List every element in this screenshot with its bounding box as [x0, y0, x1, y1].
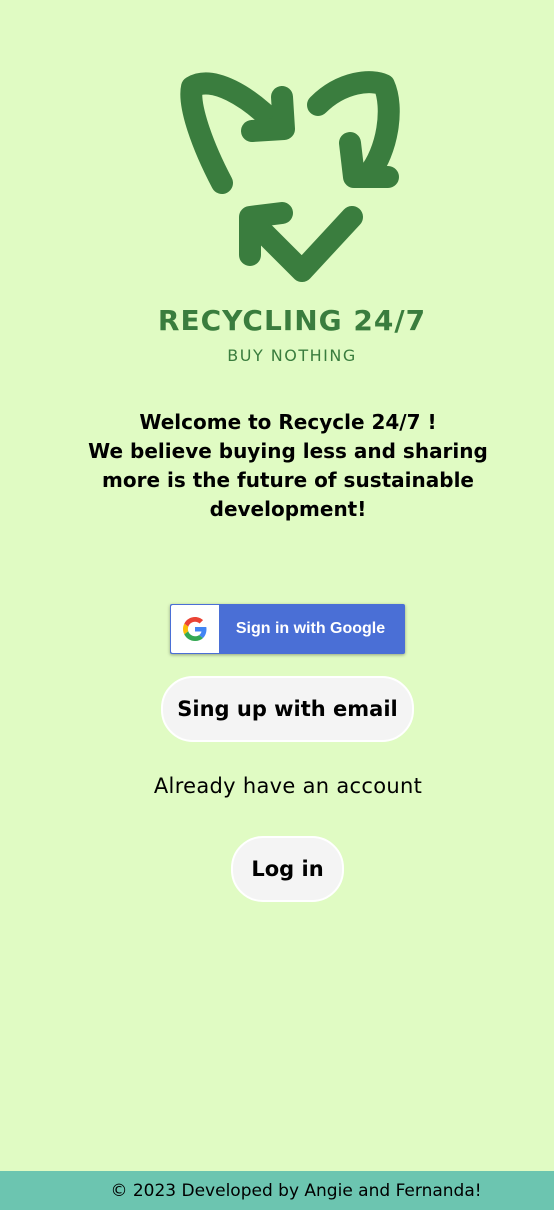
- welcome-message: Welcome to Recycle 24/7 ! We believe buy…: [60, 408, 516, 524]
- recycle-arrows-icon: [180, 71, 400, 282]
- welcome-line: Welcome to Recycle 24/7 !: [139, 410, 437, 434]
- google-g-icon: [171, 605, 219, 653]
- login-button[interactable]: Log in: [231, 836, 344, 902]
- google-sign-in-button[interactable]: Sign in with Google: [170, 604, 405, 654]
- welcome-line: We believe buying less and sharing: [88, 439, 488, 463]
- signup-email-button[interactable]: Sing up with email: [161, 676, 414, 742]
- brand-subtitle: BUY NOTHING: [227, 346, 357, 365]
- welcome-line: more is the future of sustainable: [102, 468, 474, 492]
- google-sign-in-label: Sign in with Google: [235, 620, 386, 637]
- footer: © 2023 Developed by Angie and Fernanda!: [0, 1171, 554, 1210]
- welcome-line: development!: [209, 497, 367, 521]
- footer-text: © 2023 Developed by Angie and Fernanda!: [110, 1180, 482, 1201]
- already-account-text: Already have an account: [153, 774, 423, 798]
- brand-title: RECYCLING 24/7: [157, 304, 427, 337]
